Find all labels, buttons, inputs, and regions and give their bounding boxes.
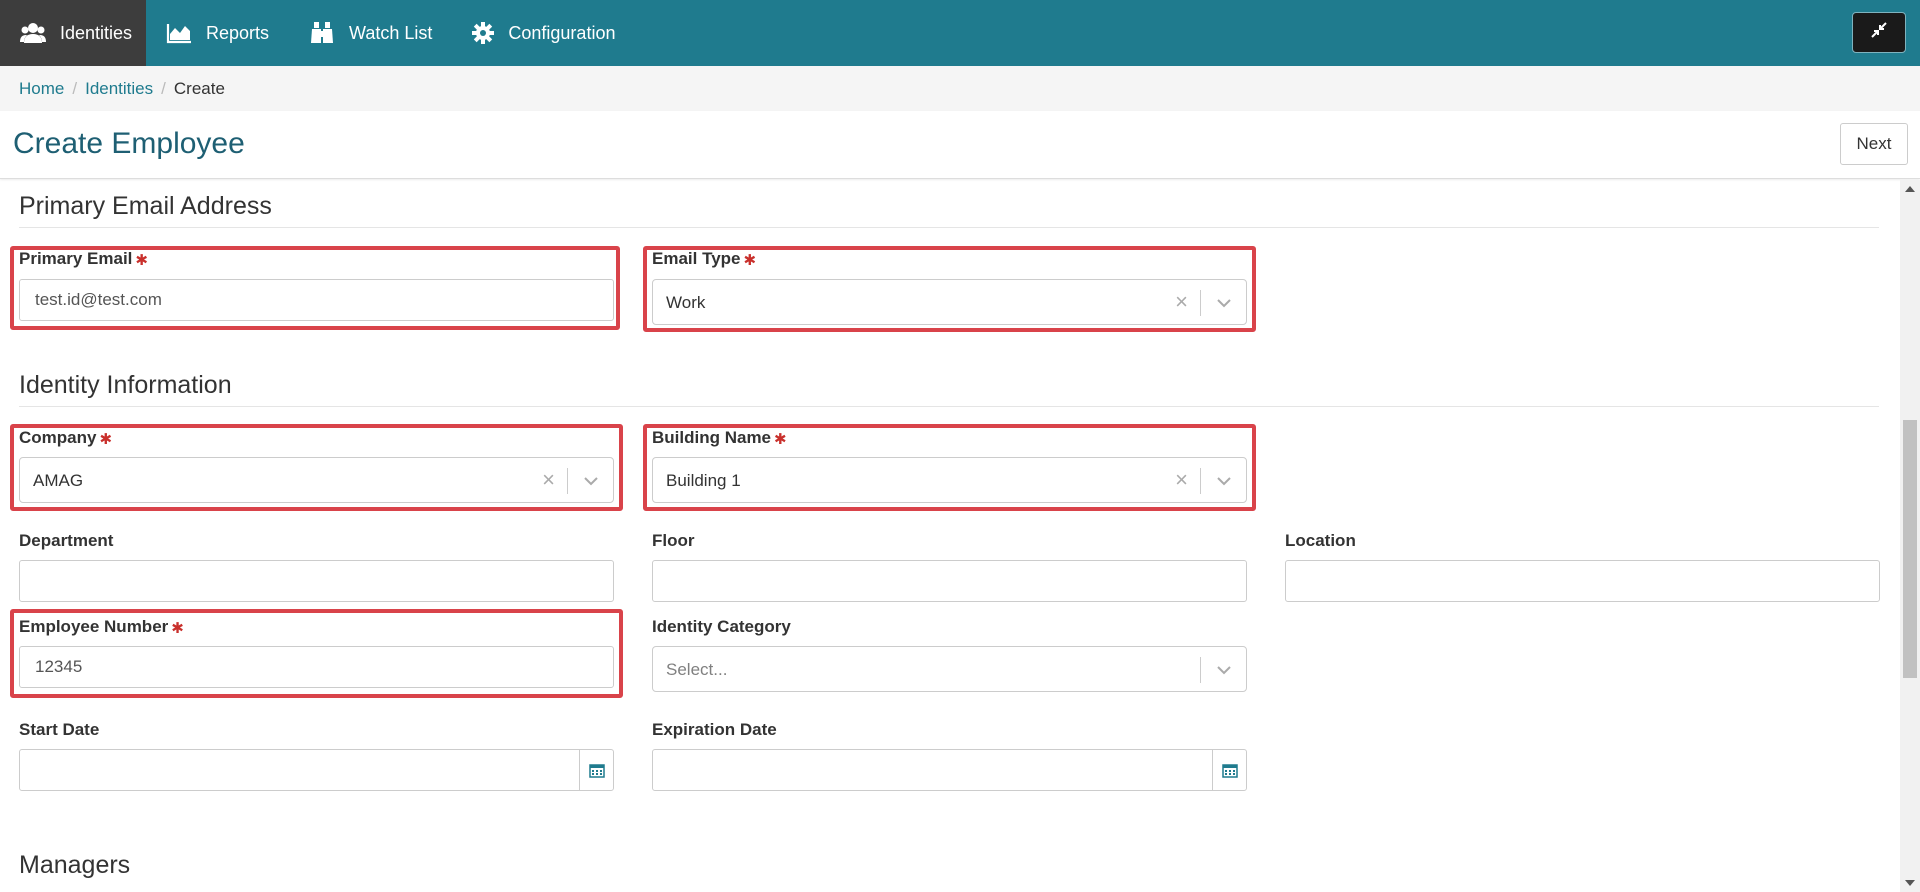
nav-identities[interactable]: Identities bbox=[0, 0, 146, 66]
identity-category-label: Identity Category bbox=[652, 617, 791, 636]
select-divider bbox=[1200, 290, 1201, 316]
section-title-identity: Identity Information bbox=[19, 371, 232, 399]
scroll-up-arrow-icon[interactable] bbox=[1905, 186, 1915, 192]
required-marker: ✱ bbox=[743, 252, 757, 269]
nav-configuration[interactable]: Configuration bbox=[452, 0, 635, 66]
breadcrumb-identities[interactable]: Identities bbox=[85, 79, 153, 99]
scroll-down-arrow-icon[interactable] bbox=[1905, 880, 1915, 886]
department-input[interactable] bbox=[19, 560, 614, 602]
required-marker: ✱ bbox=[99, 431, 113, 448]
compress-icon bbox=[1871, 22, 1887, 43]
select-divider bbox=[1200, 657, 1201, 683]
start-date-input[interactable] bbox=[19, 749, 614, 791]
nav-reports[interactable]: Reports bbox=[146, 0, 289, 66]
breadcrumb-separator: / bbox=[161, 78, 166, 98]
email-type-label: Email Type ✱ bbox=[652, 249, 757, 269]
area-chart-icon bbox=[166, 22, 192, 44]
floor-label: Floor bbox=[652, 531, 695, 550]
section-title-managers: Managers bbox=[19, 851, 131, 879]
scrollbar[interactable] bbox=[1900, 180, 1920, 892]
email-type-select[interactable]: Work × bbox=[652, 279, 1247, 325]
chevron-down-icon[interactable] bbox=[581, 471, 601, 496]
page-header: Create Employee Next bbox=[0, 111, 1920, 179]
chevron-down-icon[interactable] bbox=[1214, 660, 1234, 685]
nav-label: Watch List bbox=[349, 22, 433, 43]
building-name-label: Building Name ✱ bbox=[652, 428, 787, 448]
breadcrumb-current: Create bbox=[173, 78, 225, 98]
breadcrumb-home[interactable]: Home bbox=[19, 79, 64, 99]
clear-icon[interactable]: × bbox=[1175, 469, 1188, 491]
page-title: Create Employee bbox=[13, 127, 245, 160]
building-name-select[interactable]: Building 1 × bbox=[652, 457, 1247, 503]
company-value: AMAG bbox=[33, 471, 84, 490]
top-navbar: Identities Reports Watch List Configurat… bbox=[0, 0, 1920, 66]
location-label: Location bbox=[1285, 531, 1356, 550]
chevron-down-icon[interactable] bbox=[1214, 293, 1234, 318]
company-label: Company ✱ bbox=[19, 428, 113, 448]
required-marker: ✱ bbox=[774, 431, 787, 448]
collapse-button[interactable] bbox=[1852, 12, 1906, 53]
company-select[interactable]: AMAG × bbox=[19, 457, 614, 503]
department-label: Department bbox=[19, 531, 114, 550]
calendar-icon[interactable] bbox=[1212, 750, 1246, 790]
binoculars-icon bbox=[309, 21, 335, 45]
primary-email-label: Primary Email ✱ bbox=[19, 249, 148, 269]
section-divider bbox=[19, 227, 1879, 228]
select-divider bbox=[1200, 468, 1201, 494]
chevron-down-icon[interactable] bbox=[1214, 471, 1234, 496]
required-marker: ✱ bbox=[135, 252, 148, 269]
nav-label: Configuration bbox=[508, 22, 616, 43]
identity-category-placeholder: Select... bbox=[666, 660, 728, 679]
scrollbar-thumb[interactable] bbox=[1903, 420, 1917, 678]
clear-icon[interactable]: × bbox=[1175, 291, 1188, 313]
nav-label: Identities bbox=[60, 22, 133, 43]
section-divider bbox=[19, 406, 1879, 407]
form-content: Primary Email Address Primary Email✱ Ema… bbox=[0, 180, 1900, 892]
breadcrumb: Home / Identities / Create bbox=[0, 66, 1920, 111]
section-title-email: Primary Email Address bbox=[19, 192, 272, 220]
employee-number-label: Employee Number ✱ bbox=[19, 617, 184, 637]
next-button[interactable]: Next bbox=[1840, 123, 1908, 165]
calendar-icon[interactable] bbox=[579, 750, 613, 790]
required-marker: ✱ bbox=[171, 620, 184, 637]
location-input[interactable] bbox=[1285, 560, 1880, 602]
identity-category-select[interactable]: Select... bbox=[652, 646, 1247, 692]
building-name-value: Building 1 bbox=[666, 471, 741, 490]
expiration-date-label: Expiration Date bbox=[652, 720, 777, 739]
email-type-value: Work bbox=[666, 293, 706, 312]
nav-watch-list[interactable]: Watch List bbox=[289, 0, 452, 66]
breadcrumb-separator: / bbox=[72, 78, 78, 98]
floor-input[interactable] bbox=[652, 560, 1247, 602]
select-divider bbox=[567, 468, 568, 494]
clear-icon[interactable]: × bbox=[542, 469, 555, 491]
start-date-label: Start Date bbox=[19, 720, 100, 739]
users-icon bbox=[20, 22, 46, 44]
nav-label: Reports bbox=[206, 22, 270, 43]
expiration-date-input[interactable] bbox=[652, 749, 1247, 791]
primary-email-input[interactable] bbox=[19, 279, 614, 321]
gear-icon bbox=[472, 22, 495, 44]
employee-number-input[interactable] bbox=[19, 646, 614, 688]
